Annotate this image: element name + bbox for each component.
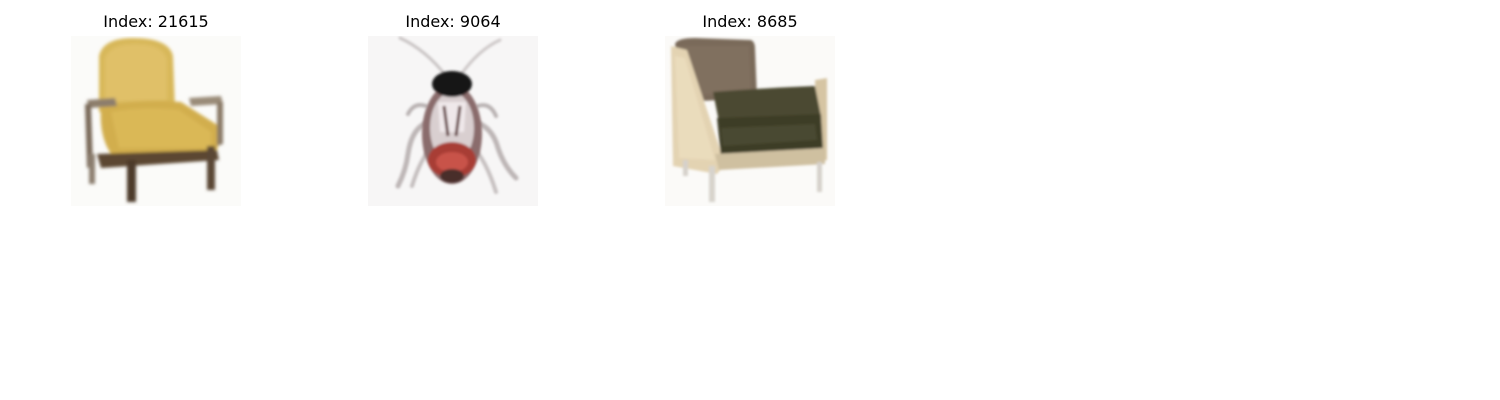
- brown-armchair-image: [665, 36, 835, 206]
- yellow-armchair-image: [71, 36, 241, 206]
- image-panel-3: Index: 8685: [665, 10, 835, 206]
- panel-title: Index: 9064: [405, 12, 501, 31]
- cockroach-image: [368, 36, 538, 206]
- panel-title: Index: 8685: [702, 12, 798, 31]
- panel-title: Index: 21615: [103, 12, 209, 31]
- image-panel-1: Index: 21615: [71, 10, 241, 206]
- image-panel-2: Index: 9064: [368, 10, 538, 206]
